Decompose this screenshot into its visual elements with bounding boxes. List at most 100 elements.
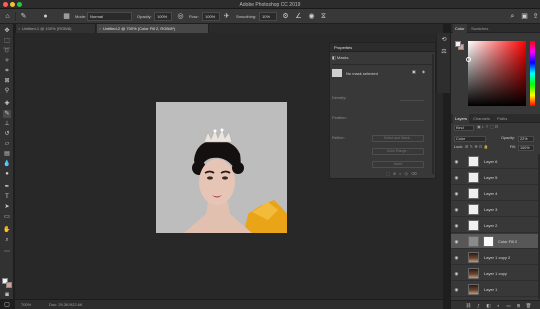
opacity-field[interactable]: 100% (154, 12, 172, 21)
layer-row-selected[interactable]: ◉ Color Fill 2 (451, 234, 538, 249)
lasso-tool-icon[interactable]: ➰ (3, 47, 11, 55)
visibility-eye-icon[interactable]: ◉ (454, 175, 459, 180)
history-brush-tool-icon[interactable]: ↺ (3, 130, 11, 138)
dodge-tool-icon[interactable]: ● (3, 170, 11, 178)
frame-tool-icon[interactable]: ⊠ (3, 77, 11, 85)
layer-row[interactable]: ◉ Layer 2 (451, 218, 538, 233)
symmetry-icon[interactable]: ⧖ (319, 12, 328, 21)
tab-layers[interactable]: Layers (453, 114, 470, 123)
more-tools-icon[interactable]: ⋯ (3, 248, 11, 256)
new-layer-icon[interactable]: ⊞ (515, 302, 522, 309)
hand-tool-icon[interactable]: ✋ (3, 226, 11, 234)
visibility-eye-icon[interactable]: ◉ (454, 207, 459, 212)
tab-paths[interactable]: Paths (495, 114, 509, 123)
pressure-size-icon[interactable]: ◉ (307, 12, 316, 21)
visibility-eye-icon[interactable]: ◉ (454, 191, 459, 196)
visibility-eye-icon[interactable]: ◉ (454, 223, 459, 228)
add-vector-mask-icon[interactable]: ◈ (422, 69, 425, 74)
close-icon[interactable]: × (99, 24, 101, 33)
color-panel-foreground-swatch[interactable] (455, 41, 461, 47)
move-tool-icon[interactable]: ✥ (3, 27, 11, 35)
flow-field[interactable]: 100% (202, 12, 220, 21)
add-pixel-mask-icon[interactable]: ▣ (412, 69, 416, 74)
workspace-icon[interactable]: ▣ (520, 12, 529, 21)
brush-tool-preset-icon[interactable]: ✎ (19, 12, 28, 21)
history-icon[interactable]: ⟲ (439, 35, 449, 45)
layer-filter-kind[interactable]: Kind (454, 125, 474, 131)
hue-slider[interactable] (530, 41, 535, 106)
crop-tool-icon[interactable]: ⌗ (3, 67, 11, 75)
visibility-eye-icon[interactable]: ◉ (454, 255, 459, 260)
visibility-eye-icon[interactable]: ◉ (454, 271, 459, 276)
blur-tool-icon[interactable]: 💧 (3, 160, 11, 168)
close-icon[interactable]: × (18, 24, 20, 33)
smoothing-field[interactable]: 10% (259, 12, 277, 21)
document-canvas[interactable] (156, 102, 287, 233)
fill-field[interactable]: 100% (518, 145, 534, 151)
blend-mode-select[interactable]: Color (454, 136, 486, 142)
brush-size-icon[interactable]: ● (41, 12, 50, 21)
layer-mask-thumbnail[interactable] (483, 236, 494, 247)
marquee-tool-icon[interactable]: ⬚ (3, 37, 11, 45)
invert-button[interactable]: Invert (372, 161, 424, 168)
quick-mask-icon[interactable]: ◙ (3, 291, 11, 299)
pen-tool-icon[interactable]: ✒ (3, 183, 11, 191)
layer-row[interactable]: ◉ Layer 1 copy 2 (451, 250, 538, 265)
path-select-tool-icon[interactable]: ➤ (3, 203, 11, 211)
gradient-tool-icon[interactable]: ▤ (3, 150, 11, 158)
home-icon[interactable]: ⌂ (3, 12, 12, 21)
feather-slider[interactable] (400, 120, 424, 121)
layer-row[interactable]: ◉ Layer 1 (451, 282, 538, 297)
layer-row[interactable]: ◉ Layer 4 (451, 186, 538, 201)
healing-brush-tool-icon[interactable]: ✚ (3, 100, 11, 108)
smoothing-gear-icon[interactable]: ⚙ (281, 12, 290, 21)
share-icon[interactable]: ⇪ (531, 12, 540, 21)
properties-panel-icon[interactable]: ⚖ (439, 47, 449, 57)
brush-settings-icon[interactable]: ▦ (62, 12, 71, 21)
add-mask-icon[interactable]: ◧ (485, 302, 492, 309)
layers-opacity-field[interactable]: 22% (518, 136, 534, 142)
background-color-swatch[interactable] (6, 282, 12, 288)
screen-mode-icon[interactable]: ▢ (3, 301, 11, 309)
mode-select[interactable]: Normal (87, 12, 132, 21)
layer-row[interactable]: ◉ Layer 1 copy (451, 266, 538, 281)
rectangle-tool-icon[interactable]: ▭ (3, 213, 11, 221)
color-picker-cursor[interactable] (466, 57, 471, 62)
visibility-eye-icon[interactable]: ◉ (454, 159, 459, 164)
tab-color[interactable]: Color (453, 24, 467, 33)
zoom-level[interactable]: 700% (21, 300, 31, 309)
zoom-tool-icon[interactable]: ⌕ (3, 236, 11, 244)
color-picker-field[interactable] (468, 41, 526, 106)
layer-row[interactable]: ◉ Layer 3 (451, 202, 538, 217)
density-slider[interactable] (400, 100, 424, 101)
link-layers-icon[interactable]: ⛓ (465, 302, 472, 309)
properties-scrollbar[interactable] (432, 54, 434, 174)
tab-untitled-1[interactable]: × Untitled-1 @ 100% (RGB/8) (16, 24, 96, 33)
quick-select-tool-icon[interactable]: ✧ (3, 57, 11, 65)
tab-swatches[interactable]: Swatches (469, 24, 490, 33)
visibility-eye-icon[interactable]: ◉ (454, 287, 459, 292)
select-and-mask-button[interactable]: Select and Mask... (372, 135, 424, 142)
new-group-icon[interactable]: ▭ (505, 302, 512, 309)
clone-stamp-tool-icon[interactable]: ⊥ (3, 120, 11, 128)
eyedropper-tool-icon[interactable]: ⚲ (3, 87, 11, 95)
eraser-tool-icon[interactable]: ▱ (3, 140, 11, 148)
brush-angle-icon[interactable]: ∠ (294, 12, 303, 21)
lock-icons[interactable]: ⊞✎✥⊡🔒 (465, 144, 490, 151)
mask-action-icons[interactable]: ⬚⊕◐◎⌫ (386, 171, 434, 178)
visibility-eye-icon[interactable]: ◉ (454, 239, 459, 244)
brush-tool-icon[interactable]: ✎ (3, 110, 11, 118)
tab-channels[interactable]: Channels (471, 114, 492, 123)
layer-row[interactable]: ◉ Layer 5 (451, 170, 538, 185)
type-tool-icon[interactable]: T (3, 193, 11, 201)
color-range-button[interactable]: Color Range... (372, 148, 424, 155)
layer-style-icon[interactable]: ƒ (475, 302, 482, 309)
layer-row[interactable]: ◉ Layer 6 (451, 154, 538, 169)
trash-icon[interactable]: 🗑 (525, 302, 532, 309)
adjustment-layer-icon[interactable]: ◐ (495, 302, 502, 309)
pressure-opacity-icon[interactable]: ◎ (176, 12, 185, 21)
airbrush-icon[interactable]: ✈ (222, 12, 231, 21)
layer-filter-icons[interactable]: ▣◐T⬚⊡ (477, 124, 499, 131)
search-icon[interactable]: ⌕ (508, 12, 517, 21)
tab-untitled-2[interactable]: × Untitled-2 @ 700% (Color Fill 2, RGB/8… (97, 24, 209, 33)
